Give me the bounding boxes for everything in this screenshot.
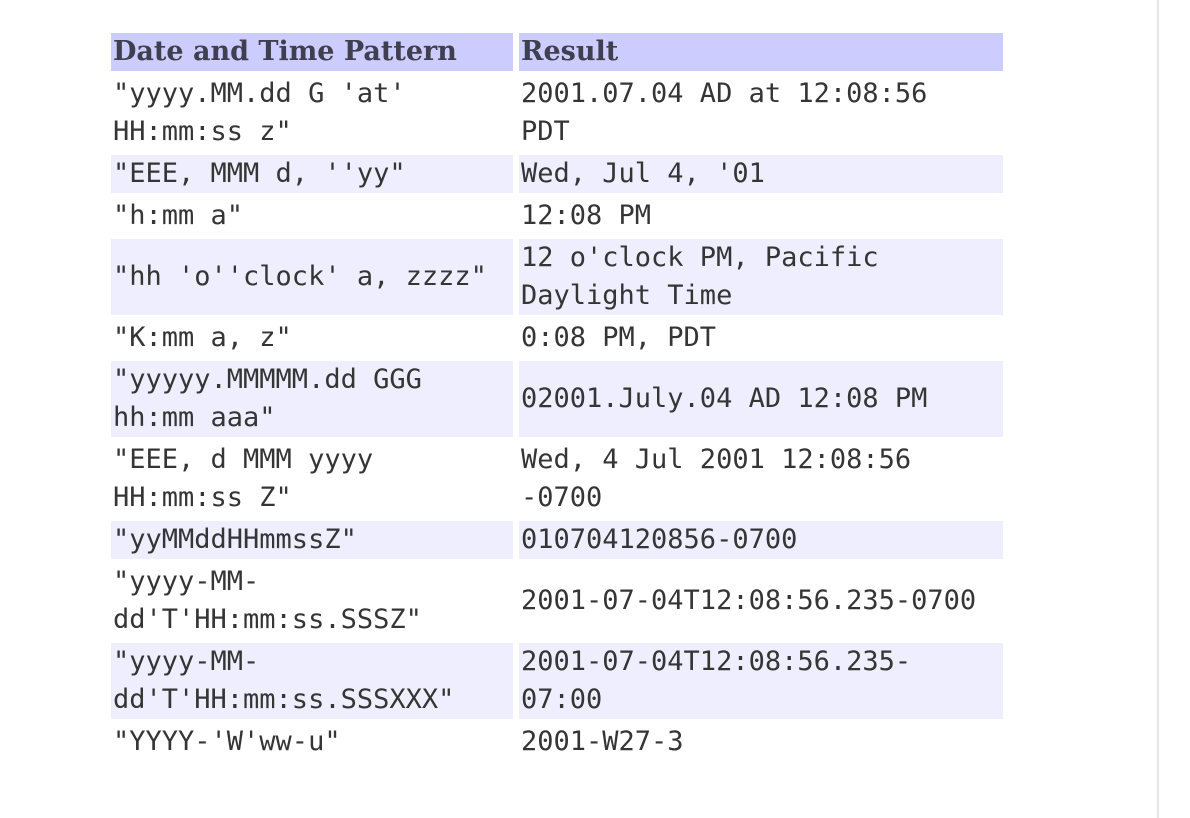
result-text: 02001.July.04 AD 12:08 PM bbox=[521, 383, 928, 414]
result-cell: 02001.July.04 AD 12:08 PM bbox=[519, 361, 1003, 437]
column-header-result: Result bbox=[519, 33, 1003, 71]
result-cell: 0:08 PM, PDT bbox=[519, 319, 1003, 357]
pattern-cell: "yyyy-MM- dd'T'HH:mm:ss.SSSXXX" bbox=[111, 643, 513, 719]
result-text: 2001-07-04T12:08:56.235- 07:00 bbox=[521, 646, 912, 715]
table-row: "yyyyy.MMMMM.dd GGG hh:mm aaa" 02001.Jul… bbox=[111, 361, 1003, 437]
result-text: 0:08 PM, PDT bbox=[521, 322, 717, 353]
pattern-text: "yyyyy.MMMMM.dd GGG hh:mm aaa" bbox=[113, 364, 422, 433]
pattern-text: "yyMMddHHmmssZ" bbox=[113, 524, 357, 555]
result-cell: 2001-07-04T12:08:56.235- 07:00 bbox=[519, 643, 1003, 719]
pattern-text: "EEE, MMM d, ''yy" bbox=[113, 158, 406, 189]
result-text: 2001.07.04 AD at 12:08:56 PDT bbox=[521, 78, 928, 147]
result-text: Wed, Jul 4, '01 bbox=[521, 158, 765, 189]
result-text: Wed, 4 Jul 2001 12:08:56 -0700 bbox=[521, 444, 912, 513]
result-cell: 12 o'clock PM, Pacific Daylight Time bbox=[519, 239, 1003, 315]
column-header-pattern: Date and Time Pattern bbox=[111, 33, 513, 71]
table-row: "yyyy.MM.dd G 'at' HH:mm:ss z" 2001.07.0… bbox=[111, 75, 1003, 151]
result-cell: Wed, 4 Jul 2001 12:08:56 -0700 bbox=[519, 441, 1003, 517]
pattern-text: "yyyy-MM- dd'T'HH:mm:ss.SSSZ" bbox=[113, 566, 422, 635]
table-row: "EEE, d MMM yyyy HH:mm:ss Z" Wed, 4 Jul … bbox=[111, 441, 1003, 517]
table-header-row: Date and Time Pattern Result bbox=[111, 33, 1003, 71]
pattern-cell: "yyyyy.MMMMM.dd GGG hh:mm aaa" bbox=[111, 361, 513, 437]
table-row: "YYYY-'W'ww-u" 2001-W27-3 bbox=[111, 723, 1003, 761]
pattern-text: "yyyy.MM.dd G 'at' HH:mm:ss z" bbox=[113, 78, 406, 147]
result-cell: 12:08 PM bbox=[519, 197, 1003, 235]
pattern-text: "yyyy-MM- dd'T'HH:mm:ss.SSSXXX" bbox=[113, 646, 455, 715]
pattern-cell: "yyMMddHHmmssZ" bbox=[111, 521, 513, 559]
pattern-text: "h:mm a" bbox=[113, 200, 244, 231]
table-row: "h:mm a" 12:08 PM bbox=[111, 197, 1003, 235]
result-cell: 2001-W27-3 bbox=[519, 723, 1003, 761]
pattern-text: "K:mm a, z" bbox=[113, 322, 292, 353]
page-edge-divider bbox=[1157, 0, 1159, 818]
table-row: "K:mm a, z" 0:08 PM, PDT bbox=[111, 319, 1003, 357]
pattern-cell: "yyyy-MM- dd'T'HH:mm:ss.SSSZ" bbox=[111, 563, 513, 639]
table-row: "hh 'o''clock' a, zzzz" 12 o'clock PM, P… bbox=[111, 239, 1003, 315]
page: Date and Time Pattern Result "yyyy.MM.dd… bbox=[0, 0, 1190, 818]
result-cell: 2001-07-04T12:08:56.235-0700 bbox=[519, 563, 1003, 639]
result-cell: Wed, Jul 4, '01 bbox=[519, 155, 1003, 193]
result-text: 010704120856-0700 bbox=[521, 524, 798, 555]
result-text: 12 o'clock PM, Pacific Daylight Time bbox=[521, 242, 879, 311]
result-cell: 2001.07.04 AD at 12:08:56 PDT bbox=[519, 75, 1003, 151]
table-row: "yyyy-MM- dd'T'HH:mm:ss.SSSZ" 2001-07-04… bbox=[111, 563, 1003, 639]
pattern-cell: "EEE, d MMM yyyy HH:mm:ss Z" bbox=[111, 441, 513, 517]
pattern-cell: "hh 'o''clock' a, zzzz" bbox=[111, 239, 513, 315]
pattern-cell: "h:mm a" bbox=[111, 197, 513, 235]
result-text: 2001-W27-3 bbox=[521, 726, 684, 757]
pattern-cell: "K:mm a, z" bbox=[111, 319, 513, 357]
result-cell: 010704120856-0700 bbox=[519, 521, 1003, 559]
pattern-cell: "YYYY-'W'ww-u" bbox=[111, 723, 513, 761]
table-row: "EEE, MMM d, ''yy" Wed, Jul 4, '01 bbox=[111, 155, 1003, 193]
result-text: 2001-07-04T12:08:56.235-0700 bbox=[521, 585, 977, 616]
pattern-text: "YYYY-'W'ww-u" bbox=[113, 726, 341, 757]
date-time-pattern-table: Date and Time Pattern Result "yyyy.MM.dd… bbox=[105, 29, 1009, 765]
pattern-text: "hh 'o''clock' a, zzzz" bbox=[113, 261, 487, 292]
pattern-cell: "yyyy.MM.dd G 'at' HH:mm:ss z" bbox=[111, 75, 513, 151]
pattern-text: "EEE, d MMM yyyy HH:mm:ss Z" bbox=[113, 444, 374, 513]
pattern-cell: "EEE, MMM d, ''yy" bbox=[111, 155, 513, 193]
result-text: 12:08 PM bbox=[521, 200, 652, 231]
table-row: "yyMMddHHmmssZ" 010704120856-0700 bbox=[111, 521, 1003, 559]
table-row: "yyyy-MM- dd'T'HH:mm:ss.SSSXXX" 2001-07-… bbox=[111, 643, 1003, 719]
